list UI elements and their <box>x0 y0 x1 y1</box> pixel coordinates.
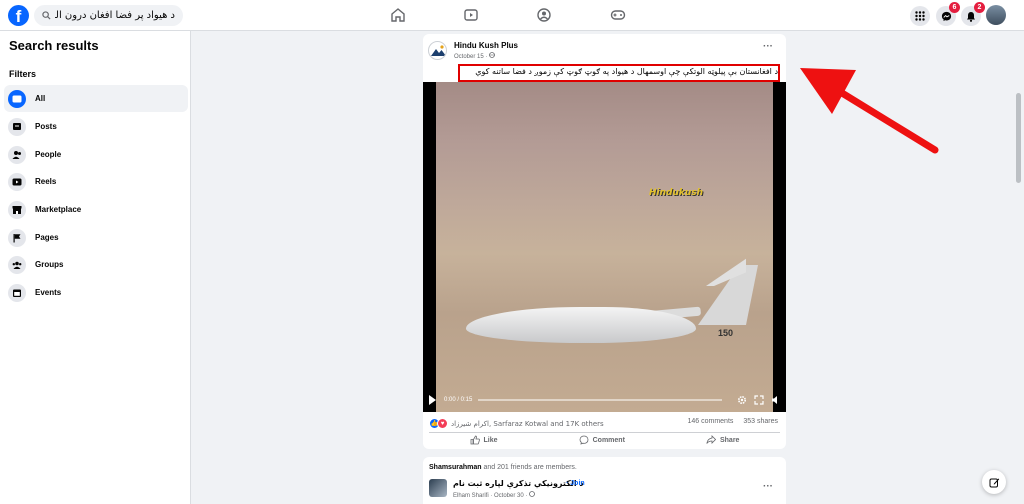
caption-highlight-box <box>458 64 780 82</box>
filter-label: Reels <box>35 177 57 186</box>
messenger-button[interactable]: 6 <box>936 2 960 26</box>
reactions-text: اکرام شیرزاد, Sarfaraz Kotwal and 17K ot… <box>451 419 604 428</box>
video-progress[interactable] <box>478 399 722 401</box>
marketplace-icon <box>8 200 26 219</box>
menu-grid-button[interactable] <box>910 6 930 26</box>
search-input[interactable] <box>55 10 175 21</box>
video-watermark: Hindukush <box>649 188 704 198</box>
page-avatar[interactable] <box>428 41 447 60</box>
grid-icon <box>915 11 925 21</box>
top-bar: f 6 2 <box>0 0 1024 31</box>
search-icon <box>42 11 51 20</box>
filters-label: Filters <box>9 69 37 79</box>
search-sidebar: Search results Filters All Posts People … <box>0 31 191 504</box>
video-frame: Hindukush 150 <box>436 82 773 412</box>
home-icon[interactable] <box>390 7 406 23</box>
new-message-button[interactable] <box>982 470 1006 494</box>
filter-all[interactable]: All <box>4 85 188 112</box>
video-player[interactable]: Hindukush 150 0:00 / 0:15 <box>423 82 786 412</box>
group-byline-text: Elham Sharifi · October 30 · <box>453 493 530 499</box>
groups-icon[interactable] <box>536 7 552 23</box>
fullscreen-icon[interactable] <box>754 395 764 405</box>
mountain-logo-icon <box>431 45 446 56</box>
filter-label: All <box>35 94 46 103</box>
share-icon <box>706 435 716 444</box>
group-name[interactable]: د الکترونیکي تذکرې لپاره ثبت نام <box>453 479 583 488</box>
messenger-badge: 6 <box>949 2 960 13</box>
people-icon <box>8 145 26 164</box>
filter-marketplace[interactable]: Marketplace <box>4 196 188 223</box>
more-options-icon[interactable]: ··· <box>763 41 773 52</box>
filter-groups[interactable]: Groups <box>4 251 188 278</box>
like-label: Like <box>483 436 498 444</box>
post-stats: 146 comments 353 shares <box>679 418 778 425</box>
group-avatar[interactable] <box>429 479 447 497</box>
calendar-icon <box>8 283 26 302</box>
share-label: Share <box>719 436 740 444</box>
volume-icon[interactable] <box>771 395 781 405</box>
love-reaction-icon: ♥ <box>437 418 448 429</box>
filter-people[interactable]: People <box>4 141 188 168</box>
post-date-text: October 15 · <box>454 54 490 60</box>
reels-icon <box>8 172 26 191</box>
filter-label: People <box>35 150 62 159</box>
search-box[interactable] <box>34 5 183 26</box>
filter-label: Events <box>35 288 62 297</box>
sidebar-title: Search results <box>9 38 99 53</box>
members-note: Shamsurahman and 201 friends are members… <box>429 464 577 471</box>
reactions-summary[interactable]: 👍 ♥ اکرام شیرزاد, Sarfaraz Kotwal and 17… <box>429 418 604 429</box>
messenger-icon <box>941 11 951 21</box>
flag-icon <box>8 228 26 247</box>
globe-icon <box>489 52 495 58</box>
video-icon[interactable] <box>463 7 479 23</box>
notifications-button[interactable]: 2 <box>961 2 985 26</box>
group-post-byline: Elham Sharifi · October 30 · <box>453 491 535 499</box>
comment-icon <box>579 435 589 445</box>
filter-events[interactable]: Events <box>4 279 188 306</box>
filter-label: Pages <box>35 233 59 242</box>
post-actions: Like Comment Share <box>429 432 780 447</box>
video-controls: 0:00 / 0:15 <box>429 392 781 408</box>
settings-icon[interactable] <box>737 395 747 405</box>
filter-label: Groups <box>35 260 64 269</box>
member-name[interactable]: Shamsurahman <box>429 464 482 471</box>
compose-icon <box>989 478 999 487</box>
group-post-card: Shamsurahman and 201 friends are members… <box>423 457 786 504</box>
account-avatar[interactable] <box>986 5 1006 25</box>
members-note-text: and 201 friends are members. <box>481 464 577 471</box>
tail-number: 150 <box>718 328 734 338</box>
bell-icon <box>967 11 975 22</box>
facebook-logo-icon[interactable]: f <box>8 5 29 26</box>
play-icon[interactable] <box>429 395 436 405</box>
like-button[interactable]: Like <box>470 435 498 445</box>
filter-pages[interactable]: Pages <box>4 224 188 251</box>
notifications-badge: 2 <box>974 2 985 13</box>
video-time: 0:00 / 0:15 <box>444 397 473 403</box>
thumbs-up-icon <box>470 435 480 445</box>
filter-label: Posts <box>35 122 57 131</box>
page-name[interactable]: Hindu Kush Plus <box>454 41 518 50</box>
post-card: Hindu Kush Plus October 15 · ··· د افغان… <box>423 34 786 449</box>
comment-label: Comment <box>592 436 625 444</box>
shares-count[interactable]: 353 shares <box>743 418 778 425</box>
groups-icon <box>8 255 26 274</box>
join-link[interactable]: · Join <box>566 480 585 487</box>
share-button[interactable]: Share <box>706 435 739 445</box>
gaming-icon[interactable] <box>610 7 626 23</box>
comment-button[interactable]: Comment <box>579 435 625 445</box>
globe-icon <box>529 491 535 497</box>
posts-icon <box>8 117 26 136</box>
more-options-icon[interactable]: ··· <box>763 481 773 492</box>
scrollbar[interactable] <box>1016 93 1021 183</box>
post-date[interactable]: October 15 · <box>454 52 495 60</box>
all-icon <box>8 89 26 108</box>
filter-label: Marketplace <box>35 205 82 214</box>
drone-image <box>466 307 696 343</box>
comments-count[interactable]: 146 comments <box>687 418 733 425</box>
filter-reels[interactable]: Reels <box>4 168 188 195</box>
filter-posts[interactable]: Posts <box>4 113 188 140</box>
